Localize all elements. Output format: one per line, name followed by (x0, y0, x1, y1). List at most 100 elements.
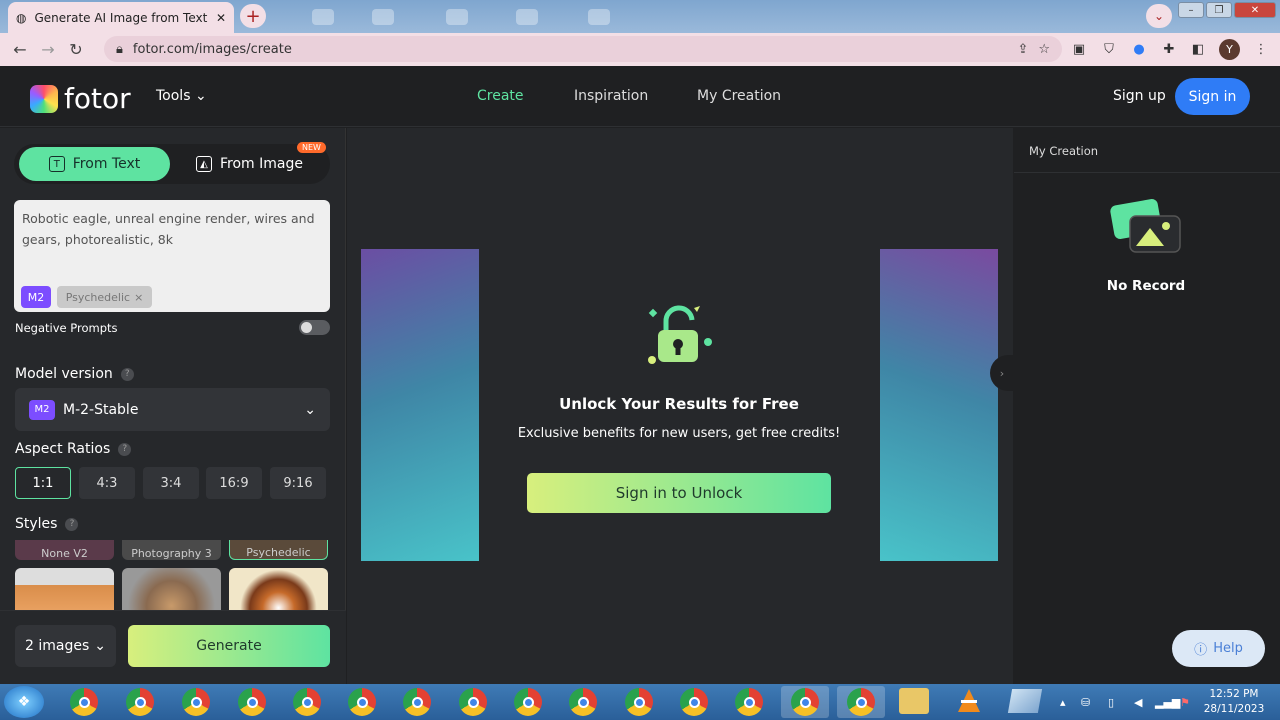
tools-menu[interactable]: Tools ⌄ (156, 88, 207, 104)
help-button[interactable]: ⓘ Help (1172, 630, 1265, 667)
chrome-icon[interactable] (182, 688, 210, 716)
close-window-icon[interactable]: ✕ (1234, 2, 1276, 18)
chevron-down-icon: ⌄ (94, 638, 106, 654)
minimize-icon[interactable]: – (1178, 2, 1204, 18)
sign-up-link[interactable]: Sign up (1113, 88, 1166, 104)
chrome-icon[interactable] (238, 688, 266, 716)
chevron-down-icon: ⌄ (194, 88, 207, 104)
chrome-icon[interactable] (70, 688, 98, 716)
url-text: fotor.com/images/create (132, 41, 292, 57)
address-bar[interactable]: 🔒︎ fotor.com/images/create ⇪ ☆ (104, 36, 1062, 62)
forward-icon[interactable]: → (34, 40, 62, 59)
tab-search-icon[interactable]: ⌄ (1146, 4, 1172, 28)
system-clock[interactable]: 12:52 PM 28/11/2023 (1199, 687, 1269, 717)
file-explorer-icon[interactable] (899, 688, 929, 714)
shield-extension-icon[interactable]: ⛉ (1100, 40, 1118, 58)
nav-create[interactable]: Create (477, 88, 524, 104)
chrome-icon[interactable] (735, 688, 763, 716)
styles-heading: Styles ? (15, 516, 79, 532)
app-icon[interactable] (1007, 689, 1043, 713)
background-tab-icon[interactable] (588, 9, 610, 25)
chrome-icon[interactable] (847, 688, 875, 716)
action-center-icon[interactable]: ⚑ (1180, 696, 1190, 709)
style-tag[interactable]: Psychedelic × (57, 286, 152, 308)
side-panel-icon[interactable]: ◧ (1189, 40, 1207, 58)
style-none-v2[interactable]: None V2 (15, 540, 114, 560)
chrome-icon[interactable] (459, 688, 487, 716)
browser-tab[interactable]: ◍ Generate AI Image from Text Onl ✕ (8, 2, 234, 33)
clock-date: 28/11/2023 (1203, 703, 1265, 715)
unlock-icon (648, 305, 712, 364)
share-icon[interactable]: ⇪ (1017, 42, 1028, 57)
maximize-icon[interactable]: ❐ (1206, 2, 1232, 18)
close-tab-icon[interactable]: ✕ (216, 11, 226, 25)
network-tray-icon[interactable]: ⛁ (1081, 696, 1090, 709)
divider (1014, 172, 1280, 173)
from-image-label: From Image (220, 156, 303, 172)
clock-time: 12:52 PM (1209, 688, 1259, 700)
sign-in-button[interactable]: Sign in (1175, 78, 1250, 115)
style-psychedelic[interactable]: Psychedelic (229, 540, 328, 560)
chrome-icon[interactable] (625, 688, 653, 716)
start-button[interactable]: ❖ (4, 686, 44, 718)
chrome-icon[interactable] (569, 688, 597, 716)
back-icon[interactable]: ← (6, 40, 34, 59)
fotor-logo[interactable]: fotor (30, 82, 131, 115)
aspect-9-16[interactable]: 9:16 (270, 467, 326, 499)
generate-button[interactable]: Generate (128, 625, 330, 667)
background-tab-icon[interactable] (446, 9, 468, 25)
signal-tray-icon[interactable]: ▂▄▆ (1155, 696, 1180, 709)
from-image-tab[interactable]: ◭ From Image (196, 147, 303, 181)
show-hidden-icons[interactable]: ▴ (1060, 696, 1066, 709)
chrome-icon[interactable] (514, 688, 542, 716)
chrome-icon[interactable] (348, 688, 376, 716)
puzzle-icon[interactable]: ✚ (1160, 40, 1178, 58)
aspect-1-1[interactable]: 1:1 (15, 467, 71, 499)
style-thumbnail[interactable] (15, 568, 114, 610)
model-version-heading: Model version ? (15, 366, 134, 382)
style-thumbnail[interactable] (229, 568, 328, 610)
power-tray-icon[interactable]: ▯ (1108, 696, 1114, 709)
help-icon[interactable]: ? (65, 517, 79, 531)
vlc-icon[interactable] (955, 687, 983, 715)
chrome-icon[interactable] (791, 688, 819, 716)
no-record-text: No Record (1106, 278, 1186, 294)
unlock-subtitle: Exclusive benefits for new users, get fr… (517, 426, 841, 441)
aspect-16-9[interactable]: 16:9 (206, 467, 262, 499)
nav-inspiration[interactable]: Inspiration (574, 88, 648, 104)
background-tab-icon[interactable] (516, 9, 538, 25)
new-tab-button[interactable]: + (240, 4, 266, 28)
volume-tray-icon[interactable]: ◀ (1134, 696, 1142, 709)
help-icon: ⓘ (1194, 643, 1208, 658)
chrome-icon[interactable] (126, 688, 154, 716)
from-text-label: From Text (72, 156, 141, 172)
help-icon[interactable]: ? (120, 367, 134, 381)
from-text-tab[interactable]: T From Text (19, 147, 170, 181)
extension-icon[interactable]: ▣ (1070, 40, 1088, 58)
profile-avatar[interactable]: Y (1219, 39, 1240, 60)
aspect-3-4[interactable]: 3:4 (143, 467, 199, 499)
tools-label: Tools (156, 88, 191, 104)
chrome-icon[interactable] (403, 688, 431, 716)
chevron-down-icon: ⌄ (304, 401, 316, 418)
style-photography-3[interactable]: Photography 3 (122, 540, 221, 560)
nav-my-creation[interactable]: My Creation (697, 88, 781, 104)
background-tab-icon[interactable] (312, 9, 334, 25)
window-controls: – ❐ ✕ (1178, 2, 1276, 18)
model-version-select[interactable]: M2 M-2-Stable ⌄ (15, 388, 330, 431)
image-count-select[interactable]: 2 images ⌄ (15, 625, 116, 667)
aspect-4-3[interactable]: 4:3 (79, 467, 135, 499)
menu-icon[interactable]: ⋮ (1252, 40, 1270, 58)
image-icon: ◭ (196, 156, 212, 172)
bookmark-star-icon[interactable]: ☆ (1038, 42, 1050, 57)
background-tab-icon[interactable] (372, 9, 394, 25)
globe-extension-icon[interactable]: ● (1130, 40, 1148, 58)
negative-prompts-toggle[interactable] (299, 320, 330, 335)
chrome-icon[interactable] (293, 688, 321, 716)
remove-tag-icon[interactable]: × (134, 291, 143, 304)
chrome-icon[interactable] (680, 688, 708, 716)
sign-in-to-unlock-button[interactable]: Sign in to Unlock (527, 473, 831, 513)
reload-icon[interactable]: ↻ (62, 40, 90, 59)
style-thumbnail[interactable] (122, 568, 221, 610)
help-icon[interactable]: ? (118, 442, 132, 456)
